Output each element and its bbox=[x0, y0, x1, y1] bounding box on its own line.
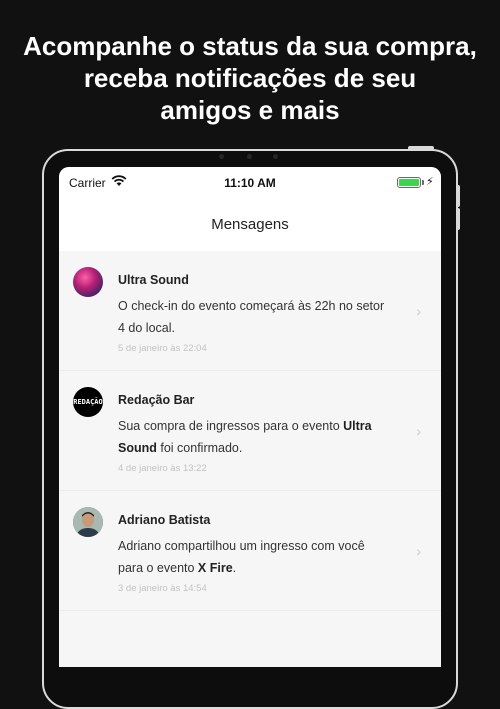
message-text-part: Adriano compartilhou um ingresso com voc… bbox=[118, 539, 365, 575]
message-sender: Redação Bar bbox=[118, 393, 195, 407]
ultra-sound-avatar bbox=[73, 267, 103, 297]
message-sender: Adriano Batista bbox=[118, 513, 211, 527]
camera-sensor bbox=[219, 154, 224, 159]
message-text: Adriano compartilhou um ingresso com voc… bbox=[118, 535, 388, 579]
message-text-part: O check-in do evento começará às 22h no … bbox=[118, 299, 385, 335]
message-text: Sua compra de ingressos para o evento Ul… bbox=[118, 415, 388, 459]
chevron-right-icon: › bbox=[416, 303, 421, 319]
headline-line-3: amigos e mais bbox=[160, 95, 340, 125]
message-item-redacao-bar[interactable]: REDAÇÃO Redação Bar Sua compra de ingres… bbox=[59, 371, 441, 491]
chevron-right-icon: › bbox=[416, 423, 421, 439]
headline-line-1: Acompanhe o status da sua compra, bbox=[23, 31, 477, 61]
message-text-part: . bbox=[232, 561, 237, 575]
message-item-adriano-batista[interactable]: Adriano Batista Adriano compartilhou um … bbox=[59, 491, 441, 611]
battery-icon bbox=[397, 177, 421, 188]
message-list: Ultra Sound O check-in do evento começar… bbox=[59, 251, 441, 611]
redacao-bar-logo: REDAÇÃO bbox=[73, 387, 103, 417]
message-date: 4 de janeiro às 13:22 bbox=[118, 463, 207, 474]
logo-text: REDAÇÃO bbox=[73, 398, 103, 406]
device-volume-down-button bbox=[456, 208, 460, 230]
status-bar: Carrier 11:10 AM ⚡ bbox=[59, 167, 441, 199]
charging-bolt-icon: ⚡ bbox=[426, 176, 434, 188]
device-volume-up-button bbox=[456, 185, 460, 207]
adriano-photo bbox=[73, 507, 103, 537]
battery-cap bbox=[422, 180, 424, 185]
camera-sensor bbox=[273, 154, 278, 159]
status-time: 11:10 AM bbox=[224, 176, 276, 190]
app-screen: Carrier 11:10 AM ⚡ Mensagens Ultra Sound… bbox=[59, 167, 441, 667]
message-date: 5 de janeiro às 22:04 bbox=[118, 343, 207, 354]
marketing-headline: Acompanhe o status da sua compra, receba… bbox=[0, 30, 500, 126]
message-sender: Ultra Sound bbox=[118, 273, 189, 287]
nav-bar: Mensagens bbox=[59, 199, 441, 251]
page-title: Mensagens bbox=[211, 216, 289, 233]
headline-line-2: receba notificações de seu bbox=[83, 63, 417, 93]
chevron-right-icon: › bbox=[416, 543, 421, 559]
message-item-ultra-sound[interactable]: Ultra Sound O check-in do evento começar… bbox=[59, 251, 441, 371]
battery-level-fill bbox=[399, 179, 419, 186]
message-text-part: Sua compra de ingressos para o evento bbox=[118, 419, 344, 433]
message-event-name: X Fire bbox=[197, 561, 233, 575]
message-text-part: foi confirmado. bbox=[156, 441, 243, 455]
message-text: O check-in do evento começará às 22h no … bbox=[118, 295, 388, 339]
message-date: 3 de janeiro às 14:54 bbox=[118, 583, 207, 594]
camera-sensor bbox=[247, 154, 252, 159]
